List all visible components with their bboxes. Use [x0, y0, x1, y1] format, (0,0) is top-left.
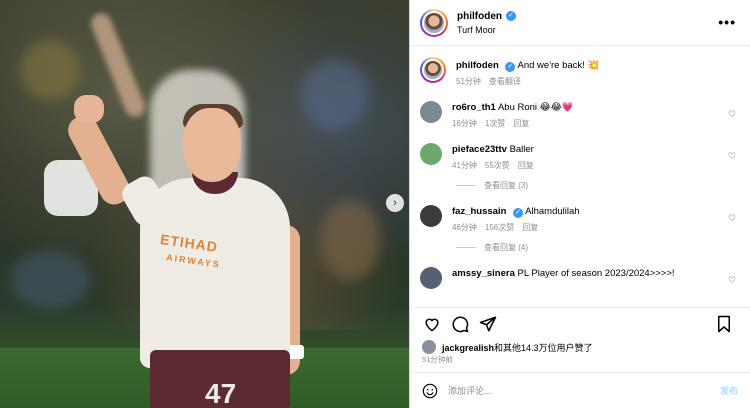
comment-text: Baller	[509, 144, 534, 155]
post-comment-button[interactable]: 发布	[720, 384, 738, 397]
author-username[interactable]: philfoden	[457, 11, 502, 22]
comment-time: 41分钟	[452, 161, 477, 170]
heart-icon	[425, 318, 439, 331]
emoji-icon[interactable]	[422, 383, 438, 399]
post-location[interactable]: Turf Moor	[457, 25, 516, 35]
like-comment-icon[interactable]: ♡	[728, 275, 736, 286]
comment-likes[interactable]: 156次赞	[485, 222, 514, 233]
verified-icon: ✓	[506, 11, 516, 21]
post-photo: ETIHAD AIRWAYS 47 ›	[0, 0, 409, 408]
liker-avatar[interactable]	[422, 340, 436, 354]
likes-summary: jackgrealish和其他14.3万位用户赞了	[422, 340, 593, 354]
commenter-username[interactable]: ro6ro_th1	[452, 102, 496, 113]
comment-text: Abu Roni 😂😂💗	[497, 102, 574, 113]
reply-button[interactable]: 回复	[513, 118, 529, 129]
like-comment-icon[interactable]: ♡	[728, 109, 736, 120]
commenter-avatar[interactable]	[420, 267, 442, 289]
likes-count-text[interactable]: 和其他14.3万位用户赞了	[494, 343, 593, 353]
reply-button[interactable]: 回复	[518, 160, 534, 171]
like-comment-icon[interactable]: ♡	[728, 213, 736, 224]
author-avatar[interactable]	[420, 8, 448, 37]
comments-list: philfoden ✓ And we're back! 💥 51分钟 查看翻译 …	[410, 47, 750, 303]
commenter-avatar[interactable]	[420, 101, 442, 123]
comment-likes[interactable]: 1次赞	[485, 118, 505, 129]
more-options-button[interactable]: •••	[718, 14, 736, 30]
caption-text: And we're back! 💥	[517, 60, 600, 71]
commenter-username[interactable]: amssy_sinera	[452, 268, 515, 279]
comment-item: ro6ro_th1 Abu Roni 😂😂💗 16分钟 1次赞 回复 ♡	[420, 101, 740, 129]
view-replies-button[interactable]: 查看回复 (4)	[456, 242, 740, 253]
post-header: philfoden ✓ Turf Moor •••	[410, 0, 750, 46]
verified-icon: ✓	[505, 62, 516, 72]
translate-link[interactable]: 查看翻译	[489, 76, 521, 87]
player-head	[183, 108, 241, 182]
next-photo-button[interactable]: ›	[386, 194, 404, 212]
commenter-avatar[interactable]	[420, 143, 442, 165]
bookmark-icon	[718, 315, 730, 332]
shirt-number: 47	[205, 378, 237, 408]
send-icon	[479, 316, 497, 331]
author-avatar-small[interactable]	[420, 57, 446, 83]
comment-icon	[452, 316, 469, 332]
save-button[interactable]	[712, 314, 736, 334]
view-replies-button[interactable]: 查看回复 (3)	[456, 180, 740, 191]
thumbs-up-hand	[74, 95, 104, 123]
post-actions	[410, 307, 750, 339]
like-comment-icon[interactable]: ♡	[728, 151, 736, 162]
verified-icon: ✓	[513, 208, 524, 218]
comment-item: pieface23ttv Baller 41分钟 55次赞 回复 ♡	[420, 143, 740, 171]
commenter-avatar[interactable]	[420, 205, 442, 227]
commenter-username[interactable]: faz_hussain	[452, 206, 506, 217]
share-button[interactable]	[476, 314, 500, 334]
comment-time: 46分钟	[452, 223, 477, 232]
caption: philfoden ✓ And we're back! 💥 51分钟 查看翻译	[420, 57, 740, 87]
liker-username[interactable]: jackgrealish	[442, 343, 494, 353]
commenter-username[interactable]: pieface23ttv	[452, 144, 507, 155]
post-panel: philfoden ✓ Turf Moor ••• philfoden ✓ An…	[409, 0, 750, 408]
comment-item: faz_hussain ✓ Alhamdulilah 46分钟 156次赞 回复…	[420, 205, 740, 233]
comment-text: PL Player of season 2023/2024>>>>!	[517, 268, 675, 279]
reply-button[interactable]: 回复	[522, 222, 538, 233]
post-time: 51分钟前	[422, 355, 453, 364]
comment-input[interactable]	[448, 385, 720, 396]
caption-username[interactable]: philfoden	[456, 60, 499, 71]
caption-time: 51分钟	[456, 77, 481, 86]
comment-composer: 发布	[410, 372, 750, 408]
like-button[interactable]	[420, 314, 444, 334]
comment-item: amssy_sinera PL Player of season 2023/20…	[420, 267, 740, 289]
comment-button[interactable]	[448, 314, 472, 334]
comment-time: 16分钟	[452, 119, 477, 128]
comment-text: Alhamdulilah	[525, 206, 580, 217]
comment-likes[interactable]: 55次赞	[485, 160, 510, 171]
